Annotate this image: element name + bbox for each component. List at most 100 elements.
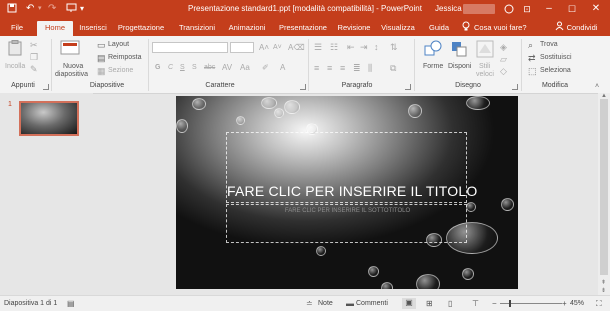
replace-icon[interactable]: ⇄ [528,53,536,63]
clear-formatting-icon[interactable]: A⌫ [288,43,305,53]
align-right-icon[interactable]: ≡ [340,63,345,73]
tab-view[interactable]: Visualizza [378,21,418,36]
clipboard-launcher-icon[interactable] [43,84,49,90]
align-left-icon[interactable]: ≡ [314,63,319,73]
line-spacing-icon[interactable]: ↕ [374,42,379,52]
bold-button[interactable]: G [155,64,160,71]
next-slide-icon[interactable]: ⇟ [601,287,606,294]
increase-indent-icon[interactable]: ⇥ [360,42,368,52]
decrease-font-size-icon[interactable]: A˅ [273,43,282,53]
maximize-icon[interactable]: ☐ [563,2,581,16]
tell-me-search[interactable]: Cosa vuoi fare? [474,21,534,36]
reading-view-icon[interactable]: ▯ [448,299,452,308]
numbering-icon[interactable]: ☷ [330,42,338,52]
new-slide-label-line1[interactable]: Nuova [63,63,83,70]
copy-icon[interactable]: ❐ [30,52,38,62]
normal-view-icon[interactable]: ▣ [402,298,416,309]
italic-button[interactable]: C [168,64,173,71]
tab-help[interactable]: Guida [424,21,454,36]
tab-animations[interactable]: Animazioni [224,21,270,36]
zoom-out-icon[interactable]: − [492,299,497,308]
drawing-launcher-icon[interactable] [512,84,518,90]
quick-styles-label-line2[interactable]: veloci [476,71,494,78]
paste-button[interactable]: Incolla [5,63,25,70]
layout-button[interactable]: Layout [108,41,129,48]
replace-button[interactable]: Sostituisci [540,54,572,61]
tab-insert[interactable]: Inserisci [76,21,110,36]
arrange-icon[interactable] [450,40,468,60]
find-icon[interactable]: ⌕ [528,40,533,50]
slide-thumbnail[interactable] [19,101,79,136]
format-painter-icon[interactable]: ✎ [30,64,38,74]
decrease-indent-icon[interactable]: ⇤ [347,42,355,52]
zoom-level[interactable]: 45% [570,300,584,307]
justify-icon[interactable]: ≣ [353,63,361,73]
new-slide-label-line2[interactable]: diapositiva [55,71,88,78]
section-icon[interactable]: ▦ [97,66,106,76]
shape-fill-icon[interactable]: ◈ [500,42,507,52]
find-button[interactable]: Trova [540,41,558,48]
cut-icon[interactable]: ✂ [30,40,38,50]
quick-styles-icon[interactable] [476,40,494,60]
title-placeholder-text[interactable]: FARE CLIC PER INSERIRE IL TITOLO [227,183,477,199]
highlight-icon[interactable]: ✐ [262,63,269,73]
new-slide-icon[interactable] [60,40,80,60]
arrange-button[interactable]: Disponi [448,63,471,70]
font-name-box[interactable] [152,42,228,53]
shape-effects-icon[interactable]: ◇ [500,66,507,76]
paste-icon[interactable] [8,40,22,58]
strikethrough-button[interactable]: abc [204,64,215,71]
shadow-button[interactable]: S [192,64,197,71]
vertical-scrollbar-thumb[interactable] [600,99,608,275]
close-icon[interactable]: ✕ [587,2,605,16]
account-avatar-icon[interactable] [500,2,518,16]
tab-transitions[interactable]: Transizioni [174,21,220,36]
underline-button[interactable]: S [180,64,185,71]
tab-home[interactable]: Home [37,21,73,36]
character-spacing-icon[interactable]: AV [222,63,232,73]
quick-styles-label-line1[interactable]: Stili [479,63,490,70]
fit-to-window-icon[interactable]: ⛶ [596,299,602,308]
comments-icon[interactable]: ▬ [346,299,354,308]
shape-outline-icon[interactable]: ▱ [500,54,507,64]
font-color-icon[interactable]: A [280,63,285,73]
subtitle-placeholder[interactable]: FARE CLIC PER INSERIRE IL SOTTOTITOLO [226,204,467,243]
share-button[interactable]: Condividi [564,21,600,36]
section-button[interactable]: Sezione [108,67,133,74]
reset-icon[interactable]: ▤ [97,53,106,63]
previous-slide-icon[interactable]: ⇞ [601,279,606,286]
smartart-icon[interactable]: ⧉ [390,63,396,73]
font-launcher-icon[interactable] [300,84,306,90]
font-size-box[interactable] [230,42,254,53]
minimize-icon[interactable]: – [540,2,558,16]
tab-slideshow[interactable]: Presentazione [276,21,330,36]
slide-sorter-icon[interactable]: ⊞ [426,299,433,308]
align-center-icon[interactable]: ≡ [327,63,332,73]
notes-icon[interactable]: ≐ [306,299,313,308]
spell-check-icon[interactable]: ▤ [67,299,75,308]
ribbon-display-options-icon[interactable]: ⊡ [518,2,536,16]
scroll-up-icon[interactable]: ▲ [601,93,607,99]
subtitle-placeholder-text[interactable]: FARE CLIC PER INSERIRE IL SOTTOTITOLO [227,208,468,214]
select-button[interactable]: Seleziona [540,67,571,74]
layout-icon[interactable]: ▭ [97,40,106,50]
columns-icon[interactable]: ⫼ [368,63,372,73]
shapes-icon[interactable] [424,40,442,60]
slide-canvas[interactable]: FARE CLIC PER INSERIRE IL TITOLO FARE CL… [176,96,518,289]
bullets-icon[interactable]: ☰ [314,42,322,52]
tab-review[interactable]: Revisione [334,21,374,36]
change-case-icon[interactable]: Aa [240,63,250,73]
shapes-button[interactable]: Forme [423,63,443,70]
collapse-ribbon-icon[interactable]: ˄ [595,82,599,92]
share-icon[interactable] [555,21,564,35]
zoom-in-icon[interactable]: + [562,299,567,308]
title-placeholder[interactable]: FARE CLIC PER INSERIRE IL TITOLO [226,132,477,203]
tab-file[interactable]: File [3,21,31,36]
notes-button[interactable]: Note [318,300,333,307]
slideshow-view-icon[interactable]: ⊤ [472,299,479,308]
increase-font-size-icon[interactable]: A˄ [259,43,269,53]
paragraph-launcher-icon[interactable] [405,84,411,90]
user-name[interactable]: Jessica [435,4,462,13]
comments-button[interactable]: Commenti [356,300,388,307]
tab-design[interactable]: Progettazione [112,21,170,36]
